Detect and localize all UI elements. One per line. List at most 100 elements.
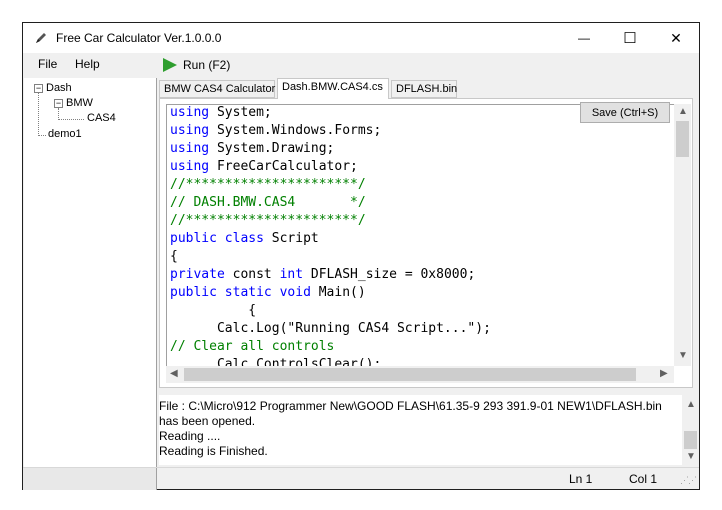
maximize-button[interactable]: ☐: [607, 23, 653, 53]
scroll-down-icon[interactable]: ▼: [686, 451, 696, 462]
scroll-up-icon[interactable]: ▲: [686, 399, 696, 410]
save-button[interactable]: Save (Ctrl+S): [580, 102, 670, 123]
code-token: Main(): [310, 285, 366, 300]
window-title: Free Car Calculator Ver.1.0.0.0: [56, 31, 222, 45]
code-token: const: [224, 267, 280, 282]
code-line: Calc.Log("Running CAS4 Script...");: [170, 321, 491, 339]
scroll-right-icon[interactable]: ▶: [660, 368, 668, 379]
code-line: using FreeCarCalculator;: [170, 159, 358, 177]
collapse-icon[interactable]: −: [34, 83, 43, 93]
scroll-thumb[interactable]: [676, 121, 689, 157]
code-line: Calc.ControlsClear();: [170, 357, 381, 366]
code-line: using System.Windows.Forms;: [170, 123, 381, 141]
code-line: //**********************/: [170, 213, 366, 231]
log-line: has been opened.: [159, 414, 256, 428]
log-line: Reading ....: [159, 429, 221, 443]
tree-node-bmw[interactable]: − BMW: [54, 97, 93, 109]
resize-grip-icon[interactable]: ⋰⋰: [680, 475, 697, 486]
code-token: System.Drawing;: [209, 141, 335, 156]
scroll-down-icon[interactable]: ▼: [678, 350, 688, 361]
scroll-up-icon[interactable]: ▲: [678, 106, 688, 117]
code-token: Calc.ControlsClear();: [170, 357, 382, 366]
scroll-thumb[interactable]: [684, 431, 697, 449]
tree-node-dash[interactable]: − Dash: [34, 82, 72, 94]
code-token: public: [170, 285, 217, 300]
code-token: //**********************/: [170, 177, 366, 192]
code-token: class: [224, 231, 264, 246]
pen-app-icon: [36, 33, 46, 43]
status-line: Ln 1: [569, 472, 593, 486]
code-line: public class Script: [170, 231, 319, 249]
editor-horizontal-scrollbar[interactable]: ◀ ▶: [166, 366, 674, 383]
app-window: Free Car Calculator Ver.1.0.0.0 — ☐ ✕ Fi…: [22, 22, 700, 490]
code-token: using: [170, 123, 210, 138]
code-token: public: [170, 231, 217, 246]
output-log[interactable]: File : C:\Micro\912 Programmer New\GOOD …: [159, 395, 699, 465]
code-token: Calc.Log("Running CAS4 Script...");: [170, 321, 491, 336]
tree-connector: [38, 92, 39, 136]
close-button[interactable]: ✕: [653, 23, 699, 53]
collapse-icon[interactable]: −: [54, 98, 63, 108]
tab-dflash-bin[interactable]: DFLASH.bin: [391, 80, 457, 98]
minimize-button[interactable]: —: [561, 23, 607, 53]
scroll-thumb[interactable]: [184, 368, 636, 381]
code-line: public static void Main(): [170, 285, 366, 303]
log-vertical-scrollbar[interactable]: ▲ ▼: [682, 395, 699, 465]
code-token: private: [170, 267, 225, 282]
tab-bmw-cas4-calculator[interactable]: BMW CAS4 Calculator: [159, 80, 275, 98]
menu-help[interactable]: Help: [75, 57, 100, 71]
code-token: int: [279, 267, 304, 282]
code-line: {: [170, 249, 178, 267]
code-token: // Clear all controls: [170, 339, 335, 354]
scroll-left-icon[interactable]: ◀: [170, 368, 178, 379]
run-label: Run (F2): [183, 58, 231, 72]
minimize-icon: —: [578, 31, 590, 45]
close-icon: ✕: [670, 29, 682, 46]
editor-panel: using System; using System.Windows.Forms;…: [159, 98, 693, 388]
code-token: {: [170, 303, 257, 318]
log-line: Reading is Finished.: [159, 444, 268, 458]
code-token: void: [279, 285, 311, 300]
tab-dash-bmw-cas4-cs[interactable]: Dash.BMW.CAS4.cs: [277, 78, 389, 99]
status-column: Col 1: [629, 472, 658, 486]
tree-node-label: BMW: [66, 97, 93, 109]
code-token: Script: [263, 231, 319, 246]
code-editor[interactable]: using System; using System.Windows.Forms;…: [166, 104, 674, 366]
code-line: using System;: [170, 105, 272, 123]
code-token: FreeCarCalculator;: [209, 159, 358, 174]
tree-connector: [58, 119, 84, 120]
code-token: System;: [209, 105, 272, 120]
tree-node-label: CAS4: [87, 112, 116, 124]
code-token: static: [224, 285, 272, 300]
tree-node-label: demo1: [48, 128, 82, 140]
code-line: {: [170, 303, 256, 321]
tree-node-cas4[interactable]: CAS4: [87, 112, 116, 124]
tree-node-demo1[interactable]: demo1: [48, 128, 82, 140]
code-line: private const int DFLASH_size = 0x8000;: [170, 267, 475, 285]
code-token: using: [170, 159, 210, 174]
log-line: File : C:\Micro\912 Programmer New\GOOD …: [159, 399, 662, 413]
code-token: {: [170, 249, 178, 264]
code-token: System.Windows.Forms;: [209, 123, 382, 138]
code-line: //**********************/: [170, 177, 366, 195]
code-line: // DASH.BMW.CAS4 */: [170, 195, 366, 213]
code-token: //**********************/: [170, 213, 366, 228]
menu-file[interactable]: File: [38, 57, 57, 71]
play-icon: [163, 58, 177, 72]
run-button[interactable]: Run (F2): [163, 55, 230, 75]
editor-vertical-scrollbar[interactable]: ▲ ▼: [674, 104, 691, 366]
tree-node-label: Dash: [46, 82, 72, 94]
tree-connector: [38, 135, 46, 136]
project-tree[interactable]: − Dash − BMW CAS4 demo1: [24, 78, 157, 467]
code-line: using System.Drawing;: [170, 141, 334, 159]
code-token: using: [170, 141, 210, 156]
code-line: // Clear all controls: [170, 339, 334, 357]
code-token: using: [170, 105, 210, 120]
title-bar[interactable]: Free Car Calculator Ver.1.0.0.0 — ☐ ✕: [23, 23, 699, 53]
maximize-icon: ☐: [623, 30, 637, 47]
status-bar-left-panel: [23, 468, 157, 490]
code-token: // DASH.BMW.CAS4 */: [170, 195, 366, 210]
